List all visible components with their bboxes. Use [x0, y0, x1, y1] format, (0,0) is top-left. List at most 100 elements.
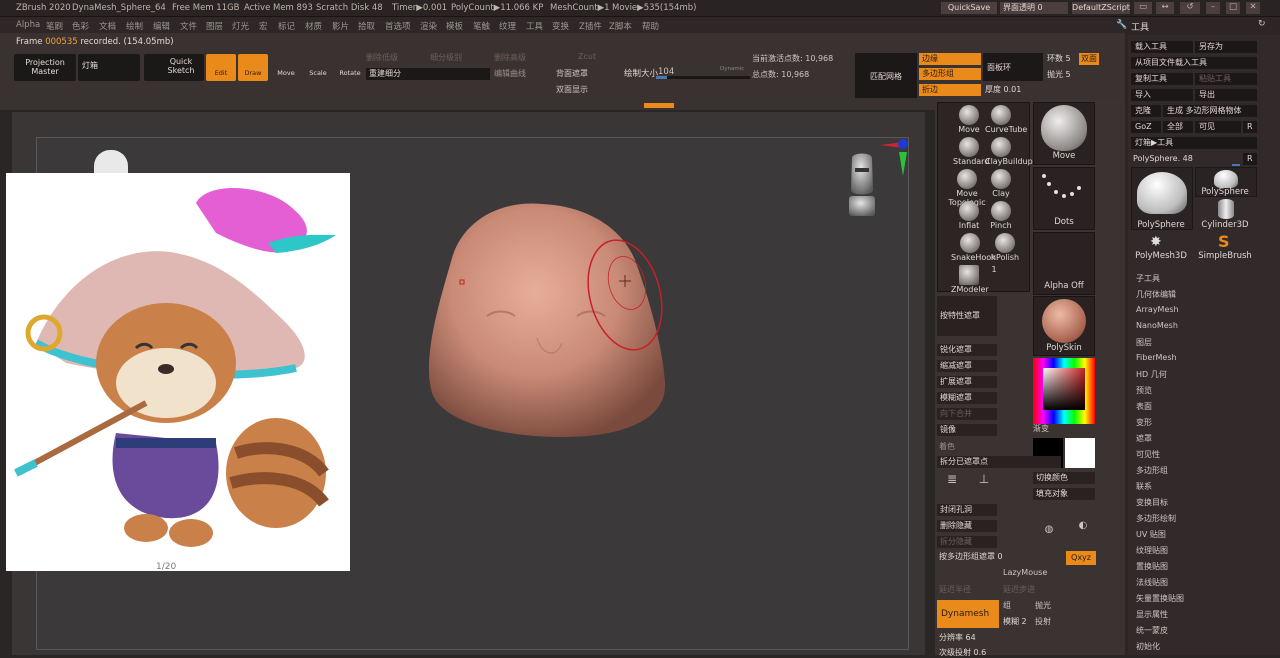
current-brush-tile[interactable]: Move	[1033, 102, 1095, 165]
menu-macro[interactable]: 宏	[259, 20, 268, 32]
thickness-slider[interactable]: 厚度 0.01	[985, 84, 1045, 96]
color-picker[interactable]	[1033, 358, 1095, 424]
alpha-tile[interactable]: Alpha Off	[1033, 232, 1095, 295]
projection-master-button[interactable]: Projection Master	[14, 54, 76, 81]
tool-r-button[interactable]: R	[1243, 153, 1257, 165]
transparency-icon[interactable]: ◍	[1039, 524, 1059, 544]
tool-menu-fibermesh[interactable]: FiberMesh	[1136, 353, 1177, 362]
tool-menu-arraymesh[interactable]: ArrayMesh	[1136, 305, 1179, 314]
close-icon[interactable]: ✕	[1246, 2, 1260, 14]
tool-menu-uv-map[interactable]: UV 贴图	[1136, 529, 1166, 540]
default-zscript-button[interactable]: DefaultZScript	[1072, 2, 1130, 14]
menu-tool[interactable]: 工具	[526, 20, 543, 32]
group-toggle[interactable]: 组	[1003, 600, 1011, 611]
tool-menu-preview[interactable]: 预览	[1136, 385, 1152, 396]
tool-menu-initialize[interactable]: 初始化	[1136, 641, 1160, 652]
menu-transform[interactable]: 变换	[552, 20, 569, 32]
brush-claybuildup[interactable]: ClayBuildup	[985, 137, 1033, 166]
match-mesh-button[interactable]: 匹配网格	[855, 53, 917, 98]
edge-toggle[interactable]: 边缘	[919, 53, 981, 65]
tool-menu-masking[interactable]: 遮罩	[1136, 433, 1152, 444]
dynamic-toggle[interactable]: Dynamic	[720, 66, 744, 72]
polygroup-mask-slider[interactable]: 按多边形组遮罩 0	[939, 551, 1003, 562]
double-sided-toggle[interactable]: 双面	[1079, 53, 1099, 65]
menu-marker[interactable]: 标记	[278, 20, 295, 32]
brush-pinch[interactable]: Pinch	[985, 201, 1017, 230]
minimize-icon[interactable]: –	[1206, 2, 1220, 14]
brush-standard[interactable]: Standard	[953, 137, 989, 166]
menu-help[interactable]: 帮助	[642, 20, 659, 32]
brush-move[interactable]: Move	[953, 105, 985, 134]
tool-menu-layers[interactable]: 图层	[1136, 337, 1152, 348]
arrow-icon[interactable]: ↔	[1156, 2, 1174, 14]
reference-image[interactable]: 1/20	[6, 173, 350, 572]
goz-visible-button[interactable]: 可见	[1195, 121, 1241, 133]
backface-mask-button[interactable]: 背面遮罩	[556, 68, 614, 80]
layout-icon[interactable]: ▭	[1134, 2, 1152, 14]
edit-curve-button[interactable]: 编辑曲线	[494, 68, 554, 80]
panel-loops-button[interactable]: 面板环	[983, 53, 1043, 81]
rotate-button[interactable]: Rotate	[336, 54, 364, 81]
crease-toggle[interactable]: 折边	[919, 84, 981, 96]
grow-mask-button[interactable]: 扩展遮罩	[937, 376, 997, 388]
lazy-step-slider[interactable]: 延迟步进	[1003, 584, 1035, 595]
menu-texture[interactable]: 纹理	[499, 20, 516, 32]
project-toggle[interactable]: 投射	[1035, 616, 1051, 627]
blur-slider[interactable]: 模糊 2	[1003, 616, 1027, 627]
maximize-icon[interactable]: □	[1226, 2, 1240, 14]
dynamic-icon[interactable]: ≣	[941, 472, 963, 496]
save-as-button[interactable]: 另存为	[1195, 41, 1257, 53]
merge-down-button[interactable]: 向下合并	[937, 408, 997, 420]
switch-color-button[interactable]: 切换颜色	[1033, 472, 1095, 484]
draw-size-slider[interactable]	[656, 76, 750, 79]
load-tool-button[interactable]: 载入工具	[1131, 41, 1193, 53]
tool-menu-vector-displacement[interactable]: 矢量置换贴图	[1136, 593, 1184, 604]
mirror-button[interactable]: 镜像	[937, 424, 997, 436]
menu-file[interactable]: 文件	[180, 20, 197, 32]
brush-curvetube[interactable]: CurveTube	[985, 105, 1027, 134]
axis-gizmo-icon[interactable]	[880, 139, 908, 176]
copy-tool-button[interactable]: 复制工具	[1131, 73, 1193, 85]
menu-stroke[interactable]: 笔触	[473, 20, 490, 32]
menu-preferences[interactable]: 首选项	[385, 20, 411, 32]
tool-menu-nanomesh[interactable]: NanoMesh	[1136, 321, 1178, 330]
ui-transparency-slider[interactable]: 界面透明 0	[1000, 2, 1068, 14]
tool-menu-polypaint[interactable]: 多边形绘制	[1136, 513, 1176, 524]
blur-mask-button[interactable]: 模糊遮罩	[937, 392, 997, 404]
paste-tool-button[interactable]: 粘贴工具	[1195, 73, 1257, 85]
lightbox-tools-button[interactable]: 灯箱▶工具	[1131, 137, 1257, 149]
zcut-button[interactable]: Zcut	[578, 52, 618, 63]
tool-menu-displacement-map[interactable]: 置换贴图	[1136, 561, 1168, 572]
mask-by-feature-button[interactable]: 按特性遮罩	[937, 296, 997, 336]
goz-button[interactable]: GoZ	[1131, 121, 1161, 133]
scale-button[interactable]: Scale	[304, 54, 332, 81]
goz-all-button[interactable]: 全部	[1163, 121, 1193, 133]
brush-hpolish[interactable]: hPolish	[985, 233, 1025, 262]
brush-snakehook[interactable]: SnakeHook	[951, 233, 996, 262]
polygroup-toggle[interactable]: 多边形组	[919, 68, 981, 80]
dynamesh-button[interactable]: Dynamesh	[937, 600, 999, 628]
tool-menu-display-properties[interactable]: 显示属性	[1136, 609, 1168, 620]
tool-menu-contact[interactable]: 联系	[1136, 481, 1152, 492]
tool-menu-hd-geometry[interactable]: HD 几何	[1136, 369, 1167, 380]
menu-render[interactable]: 渲染	[420, 20, 437, 32]
delete-higher-button[interactable]: 删除高级	[494, 52, 554, 63]
double-display-button[interactable]: 双面显示	[556, 84, 614, 96]
tool-menu-subtool[interactable]: 子工具	[1136, 273, 1160, 284]
draw-button[interactable]: Draw	[238, 54, 268, 81]
delete-hidden-button[interactable]: 删除隐藏	[937, 520, 997, 532]
fill-object-button[interactable]: 填充对象	[1033, 488, 1095, 500]
history-icon[interactable]: ↺	[1180, 2, 1200, 14]
ghost-icon[interactable]: ◐	[1071, 520, 1095, 544]
menu-movie[interactable]: 影片	[332, 20, 349, 32]
brush-clay[interactable]: Clay	[985, 169, 1017, 198]
shrink-mask-button[interactable]: 缩减遮罩	[937, 360, 997, 372]
brush-inflat[interactable]: Inflat	[953, 201, 985, 230]
menu-stencil[interactable]: 模板	[446, 20, 463, 32]
split-masked-button[interactable]: 拆分已遮罩点	[937, 456, 1061, 468]
edit-button[interactable]: Edit	[206, 54, 236, 81]
menu-color[interactable]: 色彩	[72, 20, 89, 32]
xyz-symmetry-button[interactable]: Qxyz	[1066, 551, 1096, 565]
polish-toggle[interactable]: 抛光	[1035, 600, 1051, 611]
orientation-head-icon[interactable]	[849, 153, 875, 217]
